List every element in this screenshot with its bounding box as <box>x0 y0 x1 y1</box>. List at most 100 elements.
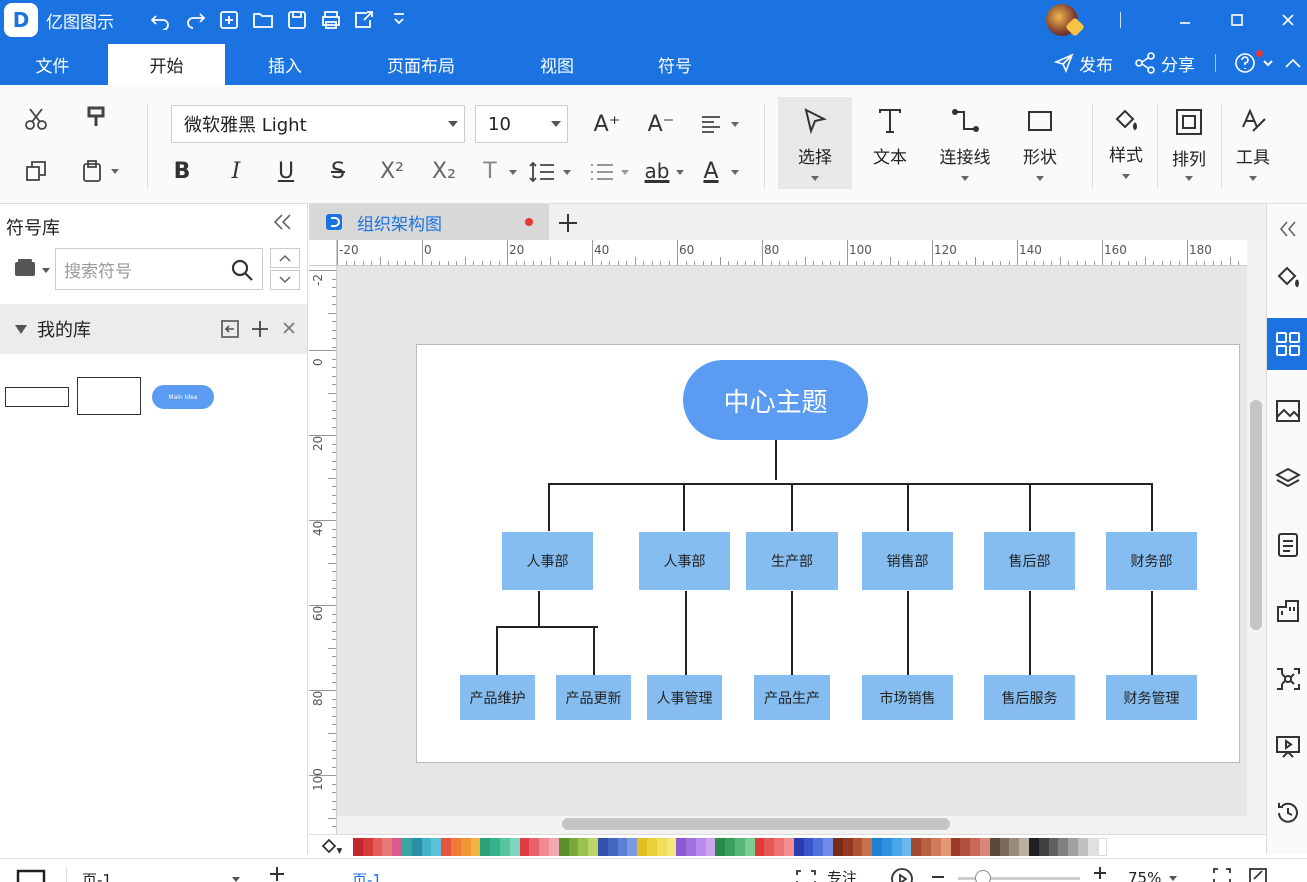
color-swatch[interactable] <box>450 837 461 856</box>
fit-page-button[interactable] <box>1212 867 1232 882</box>
color-swatch[interactable] <box>882 837 892 856</box>
color-swatch[interactable] <box>637 837 647 856</box>
presentation-panel-button[interactable] <box>1267 722 1307 772</box>
superscript-button[interactable]: X² <box>374 155 410 187</box>
library-dropdown-arrow[interactable] <box>42 268 50 273</box>
sub-item-node[interactable]: 产品生产 <box>754 675 830 720</box>
fill-color-button[interactable] <box>309 837 353 857</box>
text-tool[interactable]: 文本 <box>853 97 927 189</box>
highlight-dropdown-arrow[interactable] <box>676 170 684 175</box>
my-library-header[interactable]: 我的库 <box>0 304 307 354</box>
department-node[interactable]: 售后部 <box>984 532 1075 590</box>
color-swatch[interactable] <box>842 837 853 856</box>
color-swatch[interactable] <box>1048 837 1059 856</box>
page-tab[interactable]: 页-1 <box>352 869 382 882</box>
color-swatch[interactable] <box>411 837 422 856</box>
color-swatch[interactable] <box>1038 837 1049 856</box>
scroll-up-button[interactable] <box>270 248 300 268</box>
color-swatch[interactable] <box>852 837 863 856</box>
color-swatch[interactable] <box>676 837 687 856</box>
mindmap-panel-button[interactable] <box>1267 654 1307 704</box>
color-swatch[interactable] <box>392 837 402 856</box>
connector-line[interactable] <box>496 626 598 628</box>
color-swatch[interactable] <box>480 837 491 856</box>
canvas-area[interactable]: 中心主题 人事部 人事部 生产部 销售部 售后部 财务部 产品维护 产品更新 人… <box>337 266 1247 816</box>
sub-item-node[interactable]: 产品更新 <box>556 675 631 720</box>
color-swatch[interactable] <box>813 837 824 856</box>
redo-button[interactable] <box>178 5 212 35</box>
decrease-font-button[interactable]: A⁻ <box>644 109 678 139</box>
connector-line[interactable] <box>548 483 550 531</box>
format-painter-button[interactable] <box>80 101 112 133</box>
color-swatch[interactable] <box>950 837 961 856</box>
library-shape-pill[interactable]: Main Idea <box>152 385 214 409</box>
undo-button[interactable] <box>144 5 178 35</box>
subscript-button[interactable]: X₂ <box>426 155 462 187</box>
color-swatch[interactable] <box>401 837 412 856</box>
color-swatch[interactable] <box>490 837 500 856</box>
connector-line[interactable] <box>593 626 595 675</box>
color-swatch[interactable] <box>519 837 530 856</box>
color-swatch[interactable] <box>862 837 873 856</box>
sub-item-node[interactable]: 财务管理 <box>1106 675 1197 720</box>
color-swatch[interactable] <box>509 837 520 856</box>
new-button[interactable] <box>212 5 246 35</box>
color-swatch[interactable] <box>686 837 696 856</box>
connector-line[interactable] <box>907 591 909 675</box>
history-panel-button[interactable] <box>1267 788 1307 838</box>
color-swatch[interactable] <box>980 837 990 856</box>
color-swatch[interactable] <box>627 837 638 856</box>
color-swatch[interactable] <box>656 837 667 856</box>
zoom-level[interactable]: 75% <box>1128 869 1178 882</box>
play-button[interactable] <box>890 867 914 882</box>
maximize-button[interactable] <box>1222 5 1252 35</box>
color-swatch[interactable] <box>940 837 951 856</box>
color-swatch[interactable] <box>989 837 1000 856</box>
help-button[interactable] <box>1234 48 1263 78</box>
tab-view[interactable]: 视图 <box>497 44 617 85</box>
color-swatch[interactable] <box>744 837 755 856</box>
drawing-page[interactable]: 中心主题 人事部 人事部 生产部 销售部 售后部 财务部 产品维护 产品更新 人… <box>416 344 1240 763</box>
color-swatch[interactable] <box>421 837 432 856</box>
style-button[interactable]: 样式 <box>1095 97 1157 189</box>
line-spacing-button[interactable] <box>526 157 558 187</box>
color-swatch[interactable] <box>499 837 510 856</box>
color-swatch[interactable] <box>764 837 775 856</box>
color-swatch[interactable] <box>754 837 765 856</box>
sub-item-node[interactable]: 市场销售 <box>862 675 953 720</box>
shape-tool[interactable]: 形状 <box>1003 97 1077 189</box>
color-swatch[interactable] <box>1097 837 1108 856</box>
bullets-button[interactable] <box>586 157 618 187</box>
library-manager-button[interactable] <box>14 258 50 282</box>
connector-line[interactable] <box>1029 483 1031 531</box>
connector-line[interactable] <box>907 483 909 531</box>
color-swatch[interactable] <box>725 837 736 856</box>
color-swatch[interactable] <box>353 837 363 856</box>
tools-button[interactable]: 工具 <box>1222 97 1284 189</box>
font-family-select[interactable]: 微软雅黑 Light <box>171 105 465 143</box>
library-shape-rectangle[interactable] <box>5 387 69 407</box>
focus-mode-button[interactable]: 专注 <box>795 867 857 882</box>
paste-button[interactable] <box>76 155 108 187</box>
connector-line[interactable] <box>775 440 777 480</box>
strikethrough-button[interactable]: S <box>322 155 354 187</box>
print-button[interactable] <box>314 5 348 35</box>
expand-right-panel-button[interactable] <box>1267 204 1307 254</box>
color-swatch[interactable] <box>431 837 442 856</box>
color-swatch[interactable] <box>901 837 912 856</box>
color-swatch[interactable] <box>715 837 726 856</box>
save-button[interactable] <box>280 5 314 35</box>
color-swatch[interactable] <box>1077 837 1088 856</box>
page-select[interactable]: 页-1 <box>82 869 240 882</box>
tools-dropdown-arrow[interactable] <box>1249 176 1257 181</box>
close-button[interactable] <box>1273 5 1303 35</box>
connector-line[interactable] <box>791 483 793 531</box>
connector-line[interactable] <box>1151 483 1153 531</box>
connector-line[interactable] <box>685 591 687 675</box>
scroll-down-button[interactable] <box>270 270 300 290</box>
select-tool-dropdown-arrow[interactable] <box>811 176 819 181</box>
font-color-dropdown-arrow[interactable] <box>731 170 739 175</box>
sub-item-node[interactable]: 人事管理 <box>647 675 722 720</box>
bold-button[interactable]: B <box>166 155 198 187</box>
select-tool[interactable]: 选择 <box>778 97 852 189</box>
